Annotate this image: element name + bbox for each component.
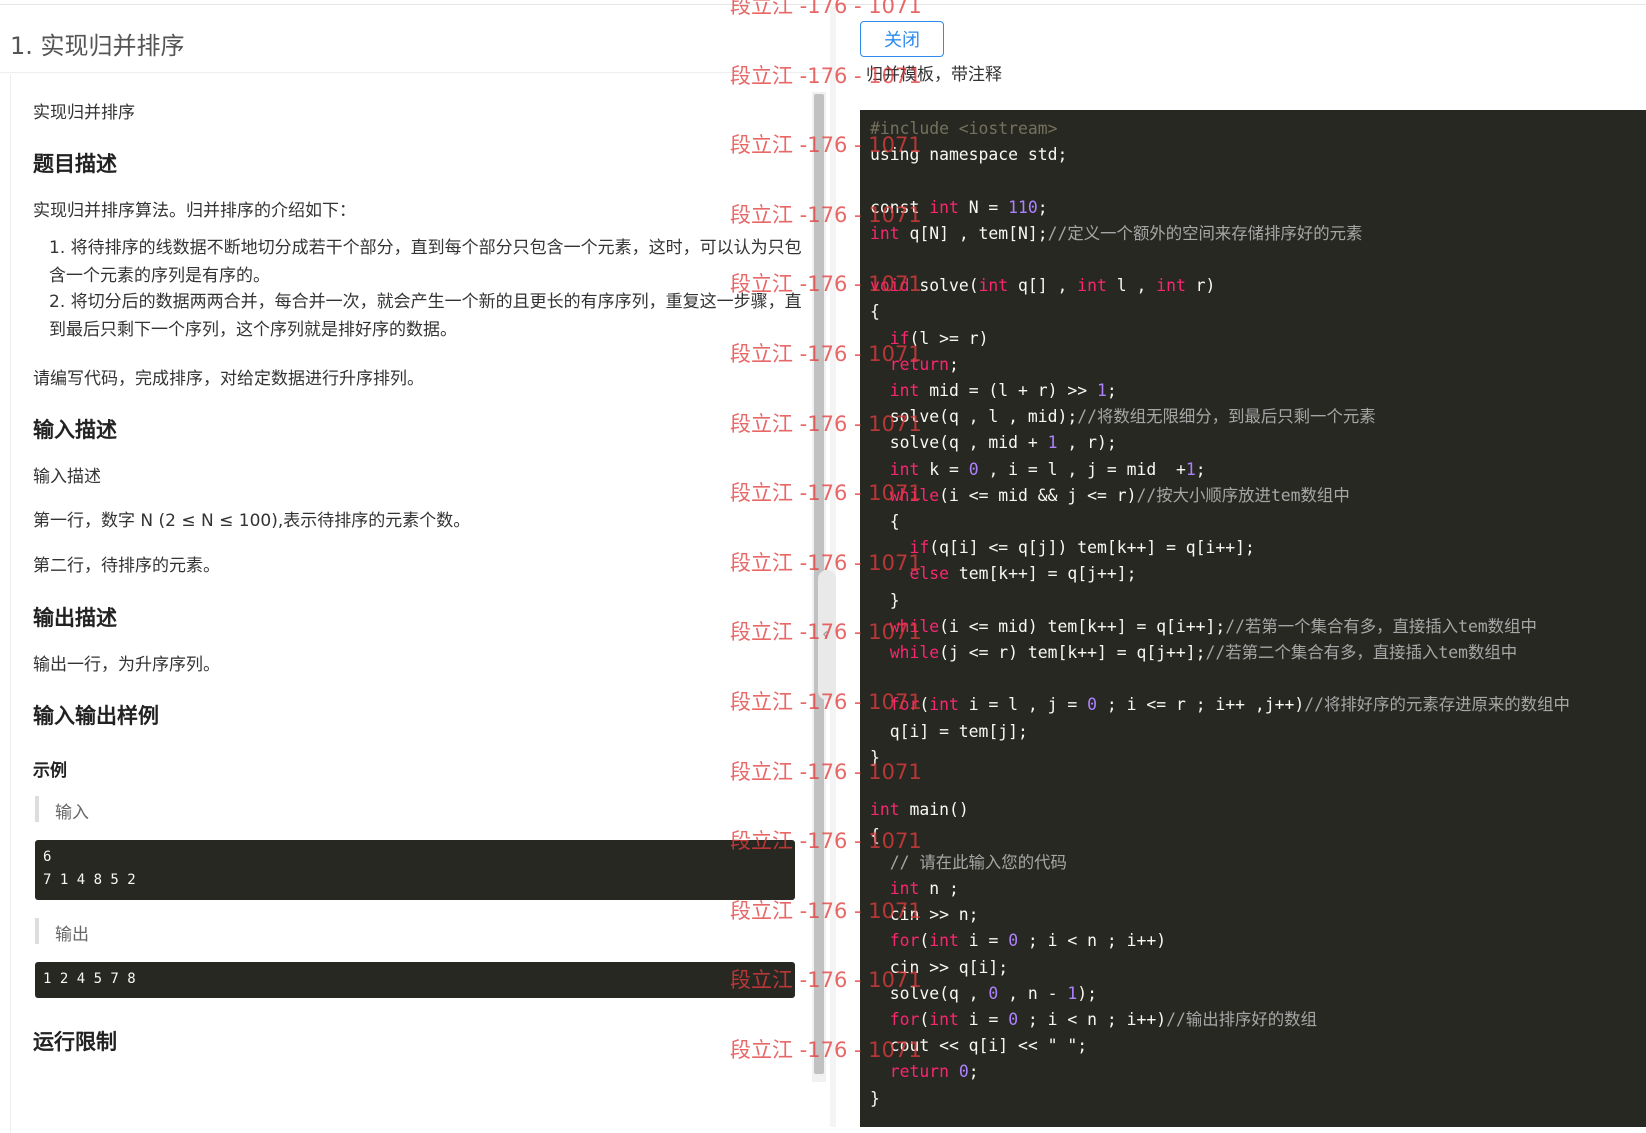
code-line: {: [870, 302, 880, 322]
input-desc: 输入描述: [33, 467, 101, 487]
code-line: while(j <= r) tem[k++] = q[j++];//若第二个集合…: [889, 643, 1518, 663]
code-line: q[i] = tem[j];: [870, 721, 1028, 741]
output-heading: 输出描述: [33, 606, 117, 630]
code-line: {: [870, 512, 900, 532]
code-line: return 0;: [889, 1062, 979, 1082]
code-line: // 请在此输入您的代码: [889, 852, 1067, 872]
code-line: else tem[k++] = q[j++];: [909, 564, 1137, 584]
code-line: solve(q , mid + 1 , r);: [870, 433, 1117, 453]
code-line: void solve(int q[] , int l , int r): [870, 276, 1216, 296]
code-line: for(int i = l , j = 0 ; i <= r ; i++ ,j+…: [889, 695, 1570, 715]
step-1: 1. 将待排序的线数据不断地切分成若干个部分，直到每个部分只包含一个元素，这时，…: [49, 238, 802, 286]
top-border: [0, 4, 1646, 5]
input-line-1: 第一行，数字 N (2 ≤ N ≤ 100),表示待排序的元素个数。: [33, 511, 471, 531]
problem-intro: 实现归并排序: [33, 103, 135, 123]
code-line: #include <iostream>: [870, 119, 1058, 138]
chevron-left-icon[interactable]: ‹: [822, 624, 828, 643]
code-block[interactable]: #include <iostream> using namespace std;…: [860, 110, 1646, 1127]
code-line: int q[N] , tem[N];//定义一个额外的空间来存储排序好的元素: [870, 223, 1363, 243]
problem-content[interactable]: 实现归并排序 题目描述 实现归并排序算法。归并排序的介绍如下： 1. 将待排序的…: [10, 74, 819, 1133]
sample-input-block: 6 7 1 4 8 5 2: [35, 840, 795, 900]
code-line: cin >> n;: [870, 905, 979, 925]
code-line: }: [870, 1088, 880, 1108]
code-line: for(int i = 0 ; i < n ; i++)//输出排序好的数组: [889, 1009, 1317, 1029]
code-line: return;: [889, 354, 959, 374]
sample-heading: 输入输出样例: [33, 704, 159, 728]
code-line: solve(q , l , mid);//将数组无限细分，到最后只剩一个元素: [870, 407, 1376, 427]
output-quote-bar: [35, 918, 39, 944]
code-pre: #include <iostream> using namespace std;…: [860, 110, 1646, 1118]
input-heading: 输入描述: [33, 418, 117, 442]
task-text: 请编写代码，完成排序，对给定数据进行升序排列。: [33, 369, 424, 389]
problem-title-bar: 1. 实现归并排序: [0, 6, 840, 73]
code-line: }: [870, 590, 900, 610]
desc-text: 实现归并排序算法。归并排序的介绍如下：: [33, 201, 356, 221]
code-line: solve(q , 0 , n - 1);: [870, 983, 1097, 1003]
code-line: {: [870, 826, 880, 846]
output-desc: 输出一行，为升序序列。: [33, 655, 220, 675]
limits-heading: 运行限制: [33, 1030, 117, 1054]
input-quote-bar: [35, 796, 39, 822]
code-line: if(l >= r): [889, 328, 989, 348]
sample-output-label: 输出: [55, 925, 89, 945]
solution-note-text: 归并模板，带注释: [866, 65, 1002, 84]
code-line: int k = 0 , i = l , j = mid +1;: [889, 459, 1206, 479]
code-line: while(i <= mid) tem[k++] = q[i++];//若第一个…: [889, 616, 1537, 636]
input-line-2: 第二行，待排序的元素。: [33, 556, 220, 576]
code-line: int main(): [870, 800, 969, 820]
desc-heading: 题目描述: [33, 152, 117, 176]
sample-output-block: 1 2 4 5 7 8: [35, 962, 795, 998]
code-line: while(i <= mid && j <= r)//按大小顺序放进tem数组中: [889, 485, 1350, 505]
example-label: 示例: [33, 761, 67, 781]
code-line: if(q[i] <= q[j]) tem[k++] = q[i++];: [909, 538, 1255, 558]
code-line: }: [870, 747, 880, 767]
code-line: int mid = (l + r) >> 1;: [889, 381, 1117, 401]
code-line: int n ;: [889, 878, 959, 898]
code-line: for(int i = 0 ; i < n ; i++): [889, 931, 1167, 951]
close-button[interactable]: 关闭: [860, 21, 944, 57]
code-line: cin >> q[i];: [870, 957, 1009, 977]
code-line: using namespace std;: [870, 145, 1068, 165]
solution-note: 归并模板，带注释: [866, 64, 1002, 84]
problem-title: 1. 实现归并排序: [10, 32, 185, 60]
step-2: 2. 将切分后的数据两两合并，每合并一次，就会产生一个新的且更长的有序序列，重复…: [49, 292, 802, 340]
code-line: cout << q[i] << " ";: [870, 1036, 1088, 1056]
sample-input-label: 输入: [55, 803, 89, 823]
panel-divider[interactable]: [830, 6, 836, 1127]
problem-panel: 1. 实现归并排序 实现归并排序 题目描述 实现归并排序算法。归并排序的介绍如下…: [0, 6, 840, 1133]
code-line: const int N = 110;: [870, 197, 1048, 217]
